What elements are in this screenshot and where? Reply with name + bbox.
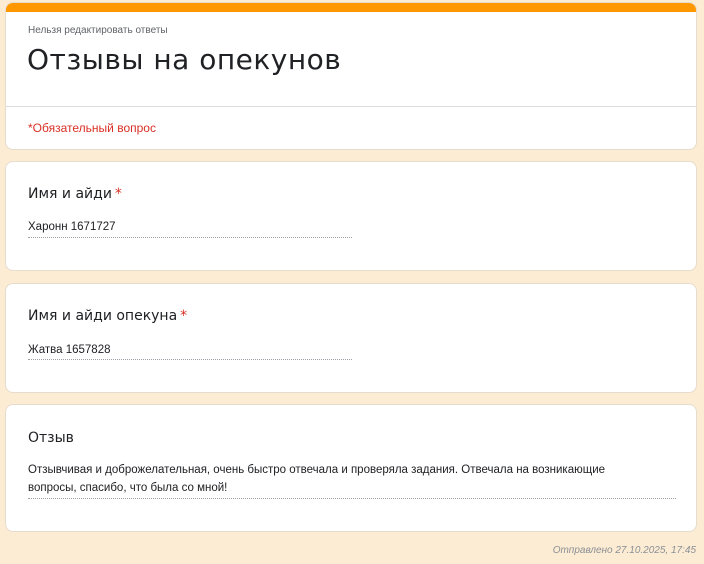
question-title: Имя и айди опекуна * xyxy=(28,308,187,324)
submitted-timestamp: Отправлено 27.10.2025, 17:45 xyxy=(552,545,696,556)
question-title-text: Отзыв xyxy=(28,430,74,446)
no-edit-note: Нельзя редактировать ответы xyxy=(28,25,168,36)
required-note: *Обязательный вопрос xyxy=(28,121,156,135)
header-accent-bar xyxy=(6,3,696,12)
required-star: * xyxy=(114,186,122,202)
answer-underline xyxy=(28,498,676,499)
question-title-text: Имя и айди опекуна xyxy=(28,308,178,324)
form-title: Отзывы на опекунов xyxy=(27,43,342,76)
question-title-text: Имя и айди xyxy=(28,186,112,202)
question-title: Отзыв xyxy=(28,430,74,446)
answer-underline xyxy=(28,237,352,238)
answer-text: Жатва 1657828 xyxy=(28,344,111,356)
answer-text: Отзывчивая и доброжелательная, очень быс… xyxy=(28,464,606,494)
required-star: * xyxy=(180,308,188,324)
header-divider xyxy=(6,106,696,107)
form-header-card: Нельзя редактировать ответы Отзывы на оп… xyxy=(5,2,697,150)
question-card-name-id: Имя и айди * Харонн 1671727 xyxy=(5,161,697,271)
answer-underline xyxy=(28,359,352,360)
question-card-guardian-name-id: Имя и айди опекуна * Жатва 1657828 xyxy=(5,283,697,393)
answer-text: Харонн 1671727 xyxy=(28,221,116,233)
question-title: Имя и айди * xyxy=(28,186,122,202)
question-card-review: Отзыв Отзывчивая и доброжелательная, оче… xyxy=(5,404,697,532)
